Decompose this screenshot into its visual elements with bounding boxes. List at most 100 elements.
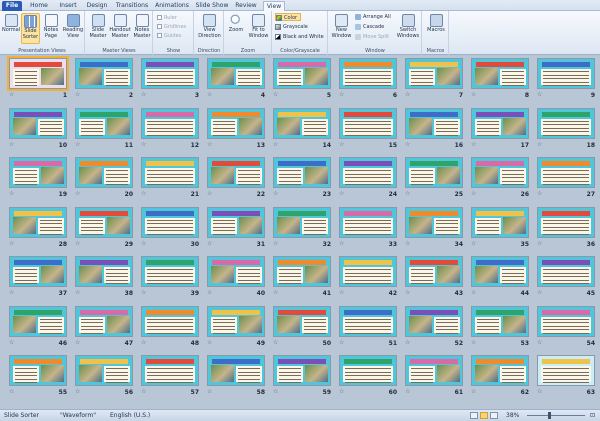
transition-star-icon[interactable]: ☆ (537, 290, 542, 296)
slide-thumbnail[interactable] (141, 355, 199, 386)
slide-thumbnail[interactable] (7, 56, 69, 91)
slide-thumbnail[interactable] (537, 58, 595, 89)
transition-star-icon[interactable]: ☆ (339, 389, 344, 395)
tab-slide-show[interactable]: Slide Show (195, 1, 229, 11)
slide-thumbnail[interactable] (405, 107, 463, 139)
slide-thumbnail[interactable] (273, 107, 331, 139)
transition-star-icon[interactable]: ☆ (9, 191, 14, 197)
transition-star-icon[interactable]: ☆ (471, 92, 476, 98)
transition-star-icon[interactable]: ☆ (273, 141, 278, 148)
slide-thumbnail[interactable] (273, 355, 331, 386)
transition-star-icon[interactable]: ☆ (339, 191, 344, 197)
tab-insert[interactable]: Insert (55, 1, 81, 11)
slide-thumbnail[interactable] (75, 157, 133, 188)
transition-star-icon[interactable]: ☆ (405, 290, 410, 296)
macros-button[interactable]: Macros (425, 14, 447, 34)
fit-to-window-button[interactable]: Fit to Window (247, 14, 270, 39)
transition-star-icon[interactable]: ☆ (339, 339, 344, 346)
move-split-button[interactable]: Move Split (355, 33, 389, 41)
handout-master-button[interactable]: Handout Master (109, 14, 131, 39)
transition-star-icon[interactable]: ☆ (75, 290, 80, 296)
slide-thumbnail[interactable] (9, 206, 67, 238)
slide-thumbnail[interactable] (537, 305, 595, 337)
transition-star-icon[interactable]: ☆ (75, 141, 80, 148)
slide-thumbnail[interactable] (75, 107, 133, 139)
zoom-button[interactable]: Zoom (227, 14, 245, 34)
transition-star-icon[interactable]: ☆ (537, 141, 542, 148)
transition-star-icon[interactable]: ☆ (207, 339, 212, 346)
transition-star-icon[interactable]: ☆ (405, 240, 410, 247)
slide-thumbnail[interactable] (75, 58, 133, 89)
slide-thumbnail[interactable] (141, 58, 199, 89)
slide-thumbnail[interactable] (9, 107, 67, 139)
switch-windows-button[interactable]: Switch Windows (396, 14, 420, 39)
slide-thumbnail[interactable] (141, 157, 199, 188)
black-and-white-button[interactable]: Black and White (275, 33, 324, 41)
slide-thumbnail[interactable] (471, 206, 529, 238)
transition-star-icon[interactable]: ☆ (471, 141, 476, 148)
transition-star-icon[interactable]: ☆ (471, 191, 476, 197)
normal-view-status-button[interactable] (470, 412, 478, 419)
transition-star-icon[interactable]: ☆ (207, 191, 212, 197)
transition-star-icon[interactable]: ☆ (75, 92, 80, 98)
slide-thumbnail[interactable] (9, 305, 67, 337)
grayscale-button[interactable]: Grayscale (275, 23, 308, 31)
slide-thumbnail[interactable] (339, 157, 397, 188)
slide-thumbnail[interactable] (273, 157, 331, 188)
transition-star-icon[interactable]: ☆ (537, 92, 542, 98)
transition-star-icon[interactable]: ☆ (141, 240, 146, 247)
transition-star-icon[interactable]: ☆ (9, 389, 14, 395)
slide-thumbnail[interactable] (273, 206, 331, 238)
slide-thumbnail[interactable] (9, 355, 67, 386)
transition-star-icon[interactable]: ☆ (405, 141, 410, 148)
transition-star-icon[interactable]: ☆ (207, 290, 212, 296)
zoom-level[interactable]: 38% (506, 410, 519, 421)
slide-sorter-pane[interactable]: ☆ 1 ☆ 2 ☆ 3 ☆ 4 ☆ 5 ☆ 6 ☆ 7 ☆ 8 ☆ 9 ☆ 10 ☆ 11 ☆ 12 ☆ 13 ☆ 14 ☆ 15 ☆ 16 ☆… (0, 56, 600, 409)
transition-star-icon[interactable]: ☆ (471, 389, 476, 395)
transition-star-icon[interactable]: ☆ (9, 290, 14, 296)
color-button[interactable]: Color (275, 13, 301, 21)
status-theme[interactable]: "Waveform" (60, 410, 96, 421)
transition-star-icon[interactable]: ☆ (339, 141, 344, 148)
slide-thumbnail[interactable] (207, 58, 265, 89)
slide-sorter-button[interactable]: Slide Sorter (21, 13, 40, 44)
transition-star-icon[interactable]: ☆ (273, 290, 278, 296)
transition-star-icon[interactable]: ☆ (9, 92, 14, 98)
slide-thumbnail[interactable] (537, 256, 595, 287)
transition-star-icon[interactable]: ☆ (471, 339, 476, 346)
transition-star-icon[interactable]: ☆ (339, 240, 344, 247)
reading-view-button[interactable]: Reading View (62, 14, 84, 39)
transition-star-icon[interactable]: ☆ (537, 240, 542, 247)
transition-star-icon[interactable]: ☆ (141, 191, 146, 197)
slide-thumbnail[interactable] (405, 206, 463, 238)
transition-star-icon[interactable]: ☆ (273, 389, 278, 395)
transition-star-icon[interactable]: ☆ (207, 389, 212, 395)
slide-thumbnail[interactable] (273, 305, 331, 337)
status-language[interactable]: English (U.S.) (110, 410, 150, 421)
slide-thumbnail[interactable] (207, 206, 265, 238)
slide-thumbnail[interactable] (339, 206, 397, 238)
slide-thumbnail[interactable] (405, 58, 463, 89)
zoom-slider[interactable] (527, 415, 585, 416)
transition-star-icon[interactable]: ☆ (75, 339, 80, 346)
transition-star-icon[interactable]: ☆ (339, 290, 344, 296)
slide-thumbnail[interactable] (471, 305, 529, 337)
transition-star-icon[interactable]: ☆ (405, 339, 410, 346)
slide-thumbnail[interactable] (273, 58, 331, 89)
slide-thumbnail[interactable] (339, 256, 397, 287)
transition-star-icon[interactable]: ☆ (273, 191, 278, 197)
slide-thumbnail[interactable] (537, 157, 595, 188)
transition-star-icon[interactable]: ☆ (207, 141, 212, 148)
slide-thumbnail[interactable] (75, 256, 133, 287)
slide-thumbnail[interactable] (141, 206, 199, 238)
slide-thumbnail[interactable] (141, 305, 199, 337)
slide-thumbnail[interactable] (537, 107, 595, 139)
transition-star-icon[interactable]: ☆ (75, 389, 80, 395)
slide-thumbnail[interactable] (273, 256, 331, 287)
slide-master-button[interactable]: Slide Master (88, 14, 108, 39)
transition-star-icon[interactable]: ☆ (273, 240, 278, 247)
slide-thumbnail[interactable] (207, 305, 265, 337)
transition-star-icon[interactable]: ☆ (471, 290, 476, 296)
slide-thumbnail[interactable] (405, 157, 463, 188)
transition-star-icon[interactable]: ☆ (9, 339, 14, 346)
